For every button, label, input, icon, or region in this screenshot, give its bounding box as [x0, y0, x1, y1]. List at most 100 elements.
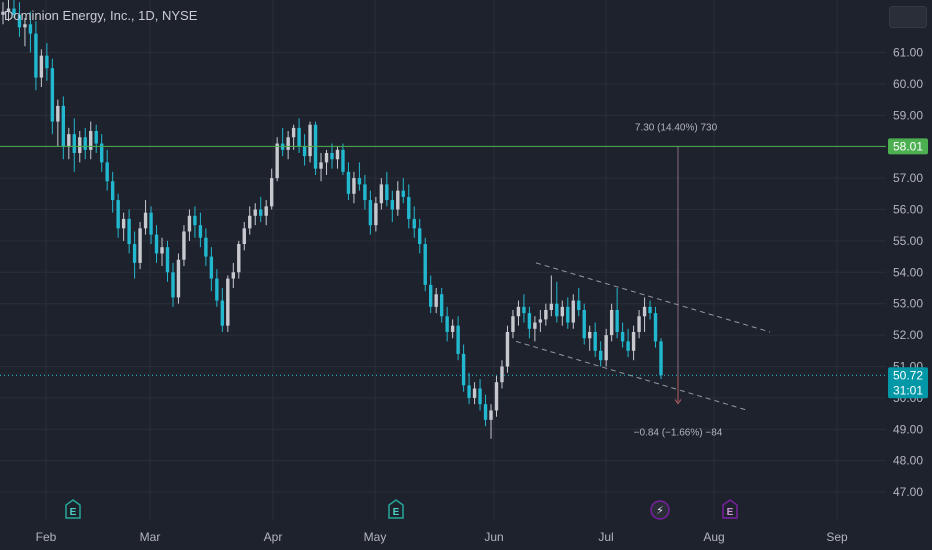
candle-body [297, 127, 301, 147]
candle-body [61, 105, 66, 147]
y-tick-label: 56.00 [893, 203, 923, 217]
candle-body [56, 105, 60, 122]
measure-down-label: −0.84 (−1.66%) −84 [634, 428, 723, 439]
x-tick-label: Jul [598, 530, 613, 544]
candle-body [538, 319, 543, 323]
candle-body [659, 341, 663, 376]
candle-body [407, 196, 411, 219]
chart-grid [0, 0, 886, 520]
candle-body [275, 143, 279, 179]
candle-body [319, 162, 323, 169]
candle-body [527, 313, 532, 329]
candle-body [248, 215, 252, 229]
candle-body [456, 325, 460, 354]
candle-body [516, 306, 521, 317]
candle-body [604, 335, 608, 361]
candle-body [494, 382, 499, 411]
candle-body [308, 124, 312, 157]
y-tick-label: 60.00 [893, 77, 923, 91]
candle-body [291, 127, 296, 138]
candle-body [401, 190, 405, 197]
candle-body [198, 225, 203, 238]
lightning-icon: ⚡ [656, 504, 664, 517]
y-tick-label: 61.00 [893, 46, 923, 60]
candle-body [67, 134, 71, 147]
candle-body [593, 331, 597, 351]
chart-settings-button[interactable] [889, 6, 927, 28]
candle-body [368, 200, 373, 226]
candle-body [259, 209, 263, 216]
candle-body [555, 303, 559, 317]
x-tick-label: Jun [484, 530, 503, 544]
candle-body [472, 388, 477, 398]
candle-body [374, 203, 378, 226]
candle-body [39, 55, 44, 78]
x-tick-label: Aug [703, 530, 724, 544]
x-tick-label: Apr [264, 530, 283, 544]
y-tick-label: 59.00 [893, 108, 923, 122]
candle-body [483, 404, 488, 420]
candle-body [439, 294, 444, 317]
candle-body [505, 331, 510, 367]
candle-body [226, 278, 230, 326]
candle-body [132, 244, 137, 263]
measure-up-label: 7.30 (14.40%) 730 [635, 122, 718, 133]
candle-body [582, 309, 586, 339]
candle-body [121, 218, 126, 229]
candle-body [423, 244, 427, 285]
candle-body [434, 294, 438, 307]
candle-body [110, 181, 115, 201]
candle-body [445, 316, 449, 332]
candle-body [330, 152, 334, 160]
price-chart[interactable]: 7.30 (14.40%) 730 −0.84 (−1.66%) −84 61.0… [0, 0, 932, 550]
candle-body [50, 68, 55, 122]
candle-body [215, 278, 219, 301]
candle-body [461, 353, 466, 386]
event-badges: E E ⚡ E [65, 499, 738, 520]
candle-body [335, 149, 340, 160]
candle-body [390, 200, 395, 210]
candle-body [566, 306, 570, 323]
candle-body [489, 410, 493, 420]
candle-body [220, 300, 225, 326]
candle-body [23, 24, 27, 28]
candle-body [609, 309, 614, 336]
candle-body [637, 316, 641, 332]
channel-upper-line[interactable] [535, 262, 771, 333]
candle-body [341, 149, 345, 172]
candle-body [412, 218, 416, 229]
candle-body [204, 237, 208, 257]
bar-countdown-text: 31:01 [893, 383, 923, 397]
y-tick-label: 55.00 [893, 234, 923, 248]
y-tick-label: 54.00 [893, 265, 923, 279]
candle-body [346, 171, 351, 194]
candle-body [165, 247, 170, 273]
badge-letter: E [393, 507, 400, 518]
y-tick-label: 49.00 [893, 422, 923, 436]
candle-body [127, 218, 131, 245]
badge-letter: E [70, 507, 77, 518]
x-tick-label: Mar [140, 530, 161, 544]
candle-body [237, 244, 241, 273]
candle-body [648, 306, 652, 314]
candle-body [253, 209, 257, 216]
candle-body [171, 272, 175, 298]
candle-body [269, 178, 274, 207]
candle-body [160, 247, 164, 254]
candle-body [34, 33, 38, 78]
channel-lower-line[interactable] [515, 340, 749, 411]
candle-body [231, 272, 235, 279]
candle-body [182, 231, 186, 260]
y-tick-label: 53.00 [893, 297, 923, 311]
candle-body [116, 200, 120, 229]
candle-body [571, 300, 575, 323]
y-tick-label: 48.00 [893, 454, 923, 468]
x-tick-label: May [364, 530, 387, 544]
candle-body [478, 388, 482, 405]
candle-body [396, 190, 400, 210]
drawings-layer: 7.30 (14.40%) 730 −0.84 (−1.66%) −84 [515, 122, 771, 439]
y-axis: 61.0060.0059.0058.0057.0056.0055.0054.00… [893, 46, 923, 500]
candle-body [598, 350, 603, 361]
candle-body [549, 303, 554, 310]
candle-body [193, 215, 197, 226]
